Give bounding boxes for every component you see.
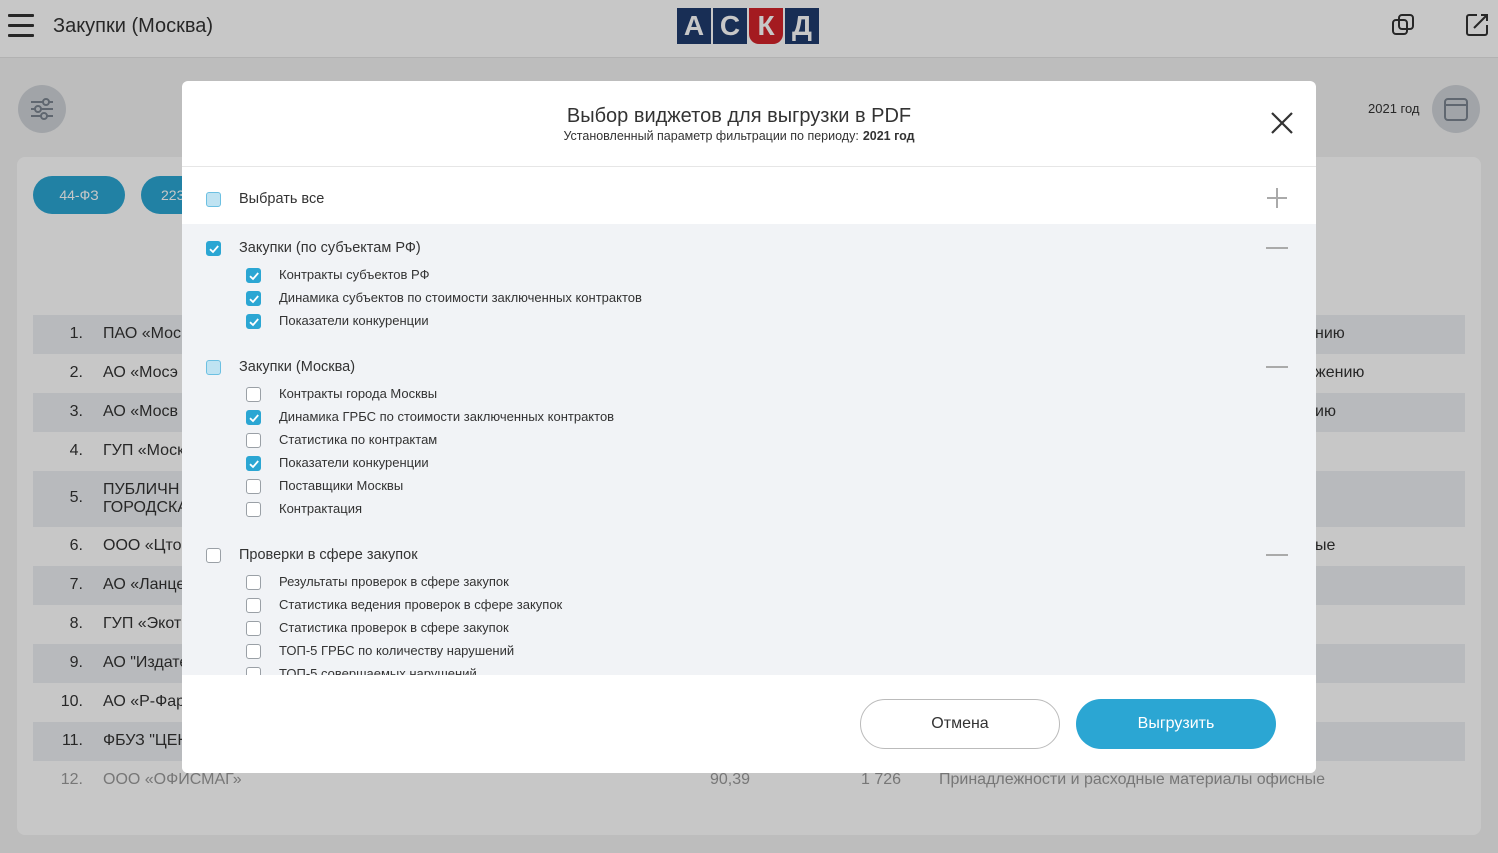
widget-label: Контракты субъектов РФ bbox=[279, 267, 430, 282]
dialog-subtitle: Установленный параметр фильтрации по пер… bbox=[182, 129, 1296, 143]
collapse-group-minus-icon[interactable] bbox=[1266, 247, 1288, 249]
widget-checkbox[interactable] bbox=[246, 575, 261, 590]
widget-label: Поставщики Москвы bbox=[279, 478, 404, 493]
group-label: Проверки в сфере закупок bbox=[239, 547, 418, 563]
group-label: Закупки (по субъектам РФ) bbox=[239, 240, 421, 256]
widget-label: Статистика проверок в сфере закупок bbox=[279, 620, 509, 635]
widget-checkbox[interactable] bbox=[246, 268, 261, 283]
widget-list[interactable]: Закупки (по субъектам РФ) Контракты субъе… bbox=[182, 224, 1316, 675]
widget-label: Динамика ГРБС по стоимости заключенных к… bbox=[279, 409, 615, 424]
widget-checkbox[interactable] bbox=[246, 410, 261, 425]
group-checkbox[interactable] bbox=[206, 241, 221, 256]
widget-checkbox[interactable] bbox=[246, 667, 261, 675]
collapse-group-minus-icon[interactable] bbox=[1266, 366, 1288, 368]
group-checkbox[interactable] bbox=[206, 360, 221, 375]
widget-checkbox[interactable] bbox=[246, 502, 261, 517]
widget-checkbox[interactable] bbox=[246, 456, 261, 471]
select-all-label: Выбрать все bbox=[239, 191, 325, 207]
expand-all-plus-icon[interactable] bbox=[1266, 187, 1288, 209]
period-filter-value: 2021 год bbox=[862, 129, 915, 143]
cancel-button[interactable]: Отмена bbox=[860, 699, 1060, 749]
widget-label: ТОП-5 ГРБС по количеству нарушений bbox=[279, 643, 515, 658]
widget-checkbox[interactable] bbox=[246, 598, 261, 613]
period-filter-label: Установленный параметр фильтрации по пер… bbox=[563, 129, 859, 143]
widget-label: Показатели конкуренции bbox=[279, 313, 429, 328]
widget-label: Статистика ведения проверок в сфере заку… bbox=[279, 597, 563, 612]
group-checkbox[interactable] bbox=[206, 548, 221, 563]
pdf-export-dialog: Выбор виджетов для выгрузки в PDF Устано… bbox=[182, 81, 1316, 773]
widget-checkbox[interactable] bbox=[246, 314, 261, 329]
widget-label: Контракты города Москвы bbox=[279, 386, 438, 401]
export-button[interactable]: Выгрузить bbox=[1076, 699, 1276, 749]
group-label: Закупки (Москва) bbox=[239, 359, 356, 375]
dialog-title: Выбор виджетов для выгрузки в PDF bbox=[566, 105, 912, 127]
collapse-group-minus-icon[interactable] bbox=[1266, 554, 1288, 556]
select-all-checkbox[interactable] bbox=[206, 192, 221, 207]
widget-checkbox[interactable] bbox=[246, 621, 261, 636]
dialog-header: Выбор виджетов для выгрузки в PDF Устано… bbox=[182, 81, 1316, 167]
widget-checkbox[interactable] bbox=[246, 387, 261, 402]
widget-label: ТОП-5 совершаемых нарушений bbox=[279, 666, 477, 675]
select-all-row: Выбрать все bbox=[182, 168, 1316, 224]
widget-label: Показатели конкуренции bbox=[279, 455, 429, 470]
widget-label: Динамика субъектов по стоимости заключен… bbox=[279, 290, 642, 305]
widget-label: Контрактация bbox=[279, 501, 363, 516]
widget-label: Статистика по контрактам bbox=[279, 432, 438, 447]
dialog-footer: Отмена Выгрузить bbox=[182, 675, 1316, 773]
widget-checkbox[interactable] bbox=[246, 644, 261, 659]
widget-checkbox[interactable] bbox=[246, 291, 261, 306]
close-icon[interactable] bbox=[1268, 109, 1296, 137]
widget-label: Результаты проверок в сфере закупок bbox=[279, 574, 509, 589]
widget-checkbox[interactable] bbox=[246, 433, 261, 448]
widget-checkbox[interactable] bbox=[246, 479, 261, 494]
